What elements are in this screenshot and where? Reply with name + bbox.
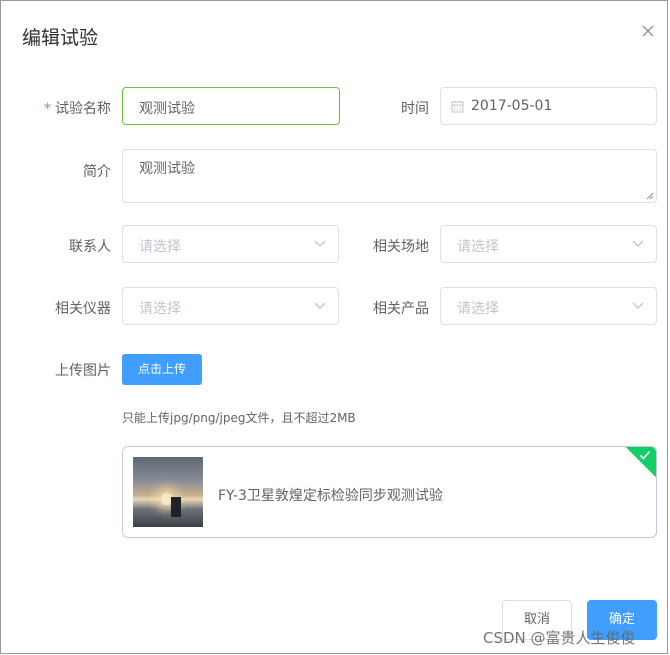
edit-experiment-dialog: 编辑试验 * 试验名称 观测试验 时间 2017-05-01 简介 观测试验 联系… [0, 0, 668, 654]
instrument-placeholder: 请选择 [139, 301, 181, 317]
uploaded-file-item[interactable]: FY-3卫星敦煌定标检验同步观测试验 [122, 446, 657, 538]
chevron-down-icon [632, 240, 644, 247]
chevron-down-icon [632, 302, 644, 309]
upload-tip: 只能上传jpg/png/jpeg文件，且不超过2MB [122, 411, 356, 425]
close-icon[interactable] [641, 23, 655, 37]
contact-select[interactable]: 请选择 [122, 225, 339, 263]
contact-label: 联系人 [69, 239, 111, 255]
check-icon [639, 450, 651, 460]
file-name: FY-3卫星敦煌定标检验同步观测试验 [218, 488, 443, 504]
time-label: 时间 [401, 101, 429, 117]
date-picker[interactable]: 2017-05-01 [440, 87, 657, 125]
chevron-down-icon [314, 240, 326, 247]
instrument-label: 相关仪器 [55, 301, 111, 317]
site-label: 相关场地 [373, 239, 429, 255]
calendar-icon [451, 100, 464, 117]
name-input[interactable]: 观测试验 [122, 87, 340, 125]
intro-textarea[interactable]: 观测试验 [122, 149, 657, 203]
upload-button[interactable]: 点击上传 [122, 354, 202, 385]
upload-label: 上传图片 [55, 363, 111, 379]
watermark: CSDN @富贵人生俊俊 [483, 629, 636, 647]
name-label: * 试验名称 [43, 98, 111, 118]
product-placeholder: 请选择 [457, 301, 499, 317]
required-mark: * [44, 101, 51, 117]
intro-label: 简介 [83, 164, 111, 180]
resize-handle-icon[interactable] [646, 192, 654, 200]
date-value: 2017-05-01 [471, 98, 553, 114]
file-thumbnail [133, 457, 203, 527]
dialog-title: 编辑试验 [22, 27, 99, 49]
product-select[interactable]: 请选择 [440, 287, 657, 325]
name-input-value: 观测试验 [139, 101, 195, 117]
intro-value: 观测试验 [139, 161, 195, 177]
site-placeholder: 请选择 [457, 239, 499, 255]
product-label: 相关产品 [373, 301, 429, 317]
contact-placeholder: 请选择 [139, 239, 181, 255]
chevron-down-icon [314, 302, 326, 309]
site-select[interactable]: 请选择 [440, 225, 657, 263]
instrument-select[interactable]: 请选择 [122, 287, 339, 325]
name-label-text: 试验名称 [55, 101, 111, 117]
